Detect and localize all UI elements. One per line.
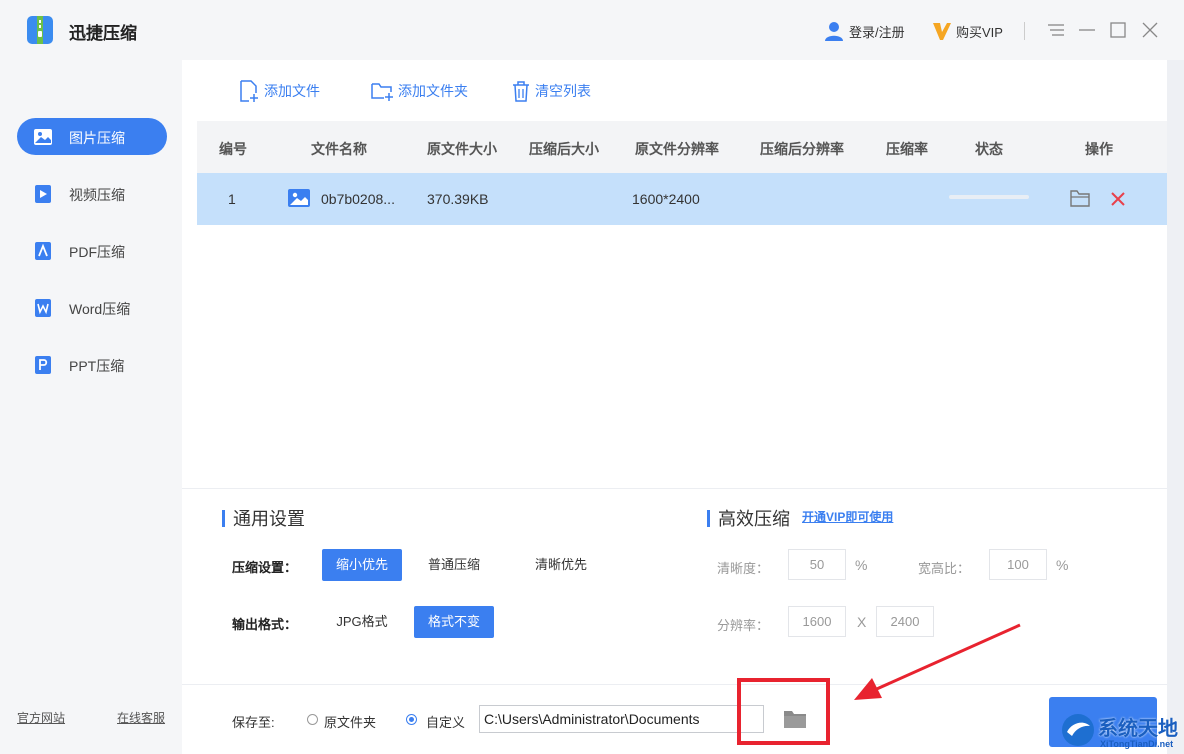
radio-custom-folder[interactable] [406, 714, 417, 725]
col-filename: 文件名称 [311, 141, 367, 157]
maximize-icon[interactable] [1107, 19, 1129, 41]
row-progress-bar [949, 195, 1029, 199]
official-website-link[interactable]: 官方网站 [17, 709, 65, 726]
row-index: 1 [228, 191, 236, 207]
col-ratio: 压缩率 [886, 141, 928, 157]
aspect-label: 宽高比： [918, 561, 971, 576]
open-vip-link[interactable]: 开通VIP即可使用 [802, 508, 893, 525]
online-support-link[interactable]: 在线客服 [117, 709, 165, 726]
open-folder-icon[interactable] [1069, 188, 1091, 208]
option-shrink-first[interactable]: 缩小优先 [322, 549, 402, 581]
watermark-sub: XiTongTianDi.net [1100, 739, 1174, 749]
col-comp-size: 压缩后大小 [529, 141, 599, 157]
app-logo-icon [27, 16, 53, 44]
sidebar-item-label: PDF压缩 [69, 244, 125, 260]
annotation-arrow [854, 623, 1021, 700]
sidebar-item-video[interactable]: 视频压缩 [17, 175, 167, 212]
watermark: 系统天地 XiTongTianDi.net [1060, 708, 1184, 754]
general-settings-title: 通用设置 [222, 505, 305, 531]
trash-icon [513, 81, 529, 102]
delete-icon[interactable] [1110, 191, 1126, 207]
add-file-button[interactable]: 添加文件 [238, 78, 320, 104]
clear-list-button[interactable]: 清空列表 [511, 78, 591, 104]
add-folder-label: 添加文件夹 [398, 83, 468, 99]
col-orig-size: 原文件大小 [427, 141, 497, 157]
radio-original-folder-label: 原文件夹 [324, 715, 377, 730]
clarity-input[interactable]: 50 [788, 549, 846, 580]
aspect-input[interactable]: 100 [989, 549, 1047, 580]
video-icon [35, 185, 51, 203]
row-orig-size: 370.39KB [427, 191, 489, 207]
radio-original-folder[interactable] [307, 714, 318, 725]
ppt-icon [35, 356, 51, 374]
watermark-logo [1062, 714, 1094, 746]
image-icon [34, 129, 52, 145]
sidebar-item-pdf[interactable]: PDF压缩 [17, 232, 167, 269]
clarity-unit: % [855, 557, 868, 573]
sidebar-item-word[interactable]: Word压缩 [17, 289, 167, 326]
col-orig-res: 原文件分辨率 [635, 141, 719, 157]
sidebar-item-image[interactable]: 图片压缩 [17, 118, 167, 155]
radio-custom-folder-label: 自定义 [426, 715, 466, 730]
compress-setting-label: 压缩设置： [232, 560, 298, 575]
option-normal-compress[interactable]: 普通压缩 [414, 549, 494, 581]
advanced-compress-title: 高效压缩 [707, 505, 790, 531]
add-file-icon [240, 80, 258, 102]
annotation-highlight-box [737, 678, 830, 745]
option-keep-format[interactable]: 格式不变 [414, 606, 494, 638]
vip-v-icon [933, 23, 951, 40]
add-folder-icon [371, 83, 393, 101]
col-actions: 操作 [1085, 141, 1113, 157]
advanced-compress-label: 高效压缩 [718, 509, 790, 529]
option-jpg-format[interactable]: JPG格式 [322, 606, 402, 638]
user-icon [825, 22, 843, 41]
sidebar-item-label: 视频压缩 [69, 187, 125, 203]
watermark-text: 系统天地 [1098, 718, 1178, 740]
aspect-unit: % [1056, 557, 1069, 573]
pdf-icon [35, 242, 51, 260]
title-bar: 迅捷压缩 登录/注册 购买VIP [0, 0, 1184, 60]
login-button[interactable]: 登录/注册 [824, 21, 905, 41]
option-clarity-first[interactable]: 清晰优先 [521, 549, 601, 581]
word-icon [35, 299, 51, 317]
add-file-label: 添加文件 [264, 83, 320, 99]
save-path-input[interactable] [479, 705, 764, 733]
resolution-width-input[interactable]: 1600 [788, 606, 846, 637]
menu-icon[interactable] [1045, 19, 1067, 41]
header-divider [1024, 22, 1025, 40]
minimize-icon[interactable] [1076, 19, 1098, 41]
sidebar-item-label: PPT压缩 [69, 358, 125, 374]
sidebar-item-ppt[interactable]: PPT压缩 [17, 346, 167, 383]
add-folder-button[interactable]: 添加文件夹 [370, 78, 468, 104]
section-marker [222, 509, 225, 527]
save-to-label: 保存至: [232, 715, 275, 730]
sidebar: 图片压缩 视频压缩 PDF压缩 Word压缩 PPT压缩 [0, 60, 182, 754]
col-index: 编号 [219, 141, 247, 157]
table-header: 编号 文件名称 原文件大小 压缩后大小 原文件分辨率 压缩后分辨率 压缩率 状态… [197, 121, 1167, 173]
col-status: 状态 [975, 141, 1003, 157]
close-icon[interactable] [1139, 19, 1161, 41]
vip-label: 购买VIP [956, 24, 1003, 40]
sidebar-item-label: 图片压缩 [69, 130, 125, 146]
settings-divider [182, 488, 1167, 489]
sidebar-item-label: Word压缩 [69, 301, 131, 317]
row-filename: 0b7b0208... [321, 191, 395, 207]
clarity-label: 清晰度： [717, 561, 770, 576]
row-orig-res: 1600*2400 [632, 191, 700, 207]
resolution-label: 分辨率： [717, 618, 770, 633]
col-comp-res: 压缩后分辨率 [760, 141, 844, 157]
clear-list-label: 清空列表 [535, 83, 591, 99]
login-label: 登录/注册 [849, 24, 905, 40]
output-format-label: 输出格式： [232, 617, 298, 632]
general-settings-label: 通用设置 [233, 509, 305, 529]
image-file-icon [288, 189, 310, 207]
buy-vip-button[interactable]: 购买VIP [932, 21, 1003, 41]
app-title: 迅捷压缩 [69, 24, 137, 43]
section-marker [707, 509, 710, 527]
table-row[interactable]: 1 0b7b0208... 370.39KB 1600*2400 [197, 173, 1167, 225]
